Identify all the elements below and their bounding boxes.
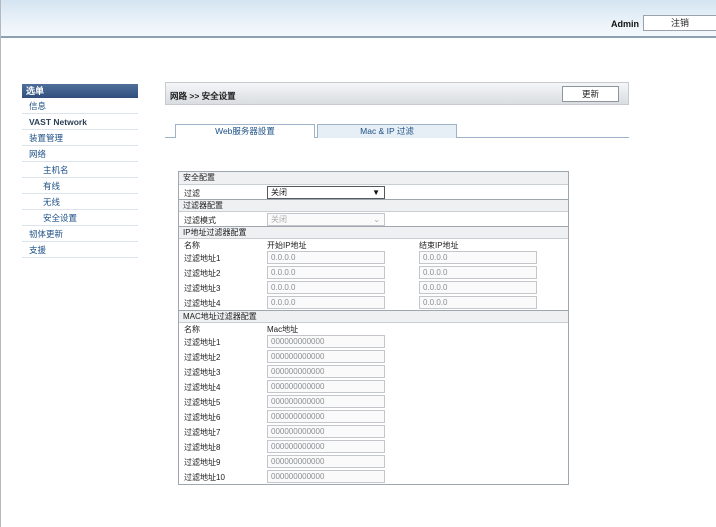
table-row: 过滤地址5 000000000000 [179,394,568,409]
mac-address-input[interactable]: 000000000000 [267,455,385,468]
chevron-down-icon: ⌄ [373,215,380,224]
breadcrumb-bar: 网路 >> 安全设置 更新 [165,82,629,105]
table-row: 过滤地址4 000000000000 [179,379,568,394]
breadcrumb: 网路 >> 安全设置 [170,91,236,101]
mac-address-input[interactable]: 000000000000 [267,425,385,438]
mac-filter-name: 过滤地址6 [184,413,221,422]
tab-web-server-settings[interactable]: Web服务器設置 [175,124,315,138]
sidebar-item-wired[interactable]: 有线 [22,178,138,194]
user-label: Admin [611,19,639,29]
mac-filter-name: 过滤地址4 [184,383,221,392]
mac-filter-name: 过滤地址7 [184,428,221,437]
table-row: 过滤地址3 000000000000 [179,364,568,379]
mac-address-input[interactable]: 000000000000 [267,335,385,348]
table-row: 过滤地址4 0.0.0.0 0.0.0.0 [179,295,568,310]
security-section-header: 安全配置 [179,172,568,184]
sidebar-item-wireless[interactable]: 无线 [22,194,138,210]
table-row: 过滤地址10 000000000000 [179,469,568,484]
filter-mode-select-value: 关闭 [271,215,287,224]
sidebar-title: 选单 [22,84,138,98]
tab-bar: Web服务器設置 Mac & IP 过滤 [165,124,629,138]
top-bar: Admin 注销 [1,0,716,38]
mac-filter-name: 过滤地址2 [184,353,221,362]
ip-start-input[interactable]: 0.0.0.0 [267,266,385,279]
ip-end-input[interactable]: 0.0.0.0 [419,281,537,294]
filter-select[interactable]: 关闭 ▼ [267,186,385,199]
filter-select-value: 关闭 [271,188,287,197]
mac-filter-name: 过滤地址1 [184,338,221,347]
ip-start-input[interactable]: 0.0.0.0 [267,296,385,309]
mac-address-input[interactable]: 000000000000 [267,470,385,483]
ip-end-input[interactable]: 0.0.0.0 [419,266,537,279]
filter-mode-row: 过滤模式 关闭 ⌄ [179,211,568,226]
settings-panel: 安全配置 过滤 关闭 ▼ 过滤器配置 过滤模式 关闭 ⌄ IP地址过滤器配置 名称 … [178,171,569,485]
ip-filter-name: 过滤地址4 [184,299,221,308]
table-row: 过滤地址2 000000000000 [179,349,568,364]
sidebar-item-firmware-update[interactable]: 韧体更新 [22,226,138,242]
mac-filter-name: 过滤地址3 [184,368,221,377]
mac-filter-name: 过滤地址10 [184,473,225,482]
filter-mode-select[interactable]: 关闭 ⌄ [267,213,385,226]
logout-button[interactable]: 注销 [643,15,716,31]
ip-start-input[interactable]: 0.0.0.0 [267,251,385,264]
mac-filter-column-header: 名称 Mac地址 [179,322,568,334]
table-row: 过滤地址1 0.0.0.0 0.0.0.0 [179,250,568,265]
table-row: 过滤地址2 0.0.0.0 0.0.0.0 [179,265,568,280]
sidebar-item-hostname[interactable]: 主机名 [22,162,138,178]
mac-address-input[interactable]: 000000000000 [267,410,385,423]
mac-filter-name: 过滤地址8 [184,443,221,452]
filter-mode-label: 过滤模式 [184,216,216,225]
filter-config-section-header: 过滤器配置 [179,199,568,211]
sidebar-item-network[interactable]: 网络 [22,146,138,162]
mac-address-input[interactable]: 000000000000 [267,440,385,453]
sidebar-item-info[interactable]: 信息 [22,98,138,114]
mac-address-input[interactable]: 000000000000 [267,380,385,393]
ip-filter-column-header: 名称 开始IP地址 结束IP地址 [179,238,568,250]
chevron-down-icon: ▼ [372,188,380,197]
mac-filter-section-header: MAC地址过滤器配置 [179,310,568,322]
ip-start-input[interactable]: 0.0.0.0 [267,281,385,294]
tab-mac-ip-filter[interactable]: Mac & IP 过滤 [317,124,457,138]
sidebar-item-security[interactable]: 安全设置 [22,210,138,226]
sidebar-item-support[interactable]: 支援 [22,242,138,258]
update-button[interactable]: 更新 [562,86,619,102]
ip-end-input[interactable]: 0.0.0.0 [419,251,537,264]
table-row: 过滤地址8 000000000000 [179,439,568,454]
sidebar-item-vast-network[interactable]: VAST Network [22,114,138,130]
ip-filter-section-header: IP地址过滤器配置 [179,226,568,238]
filter-row: 过滤 关闭 ▼ [179,184,568,199]
table-row: 过滤地址3 0.0.0.0 0.0.0.0 [179,280,568,295]
ip-filter-rows: 过滤地址1 0.0.0.0 0.0.0.0 过滤地址2 0.0.0.0 0.0.0.0 过滤… [179,250,568,310]
mac-filter-name: 过滤地址5 [184,398,221,407]
table-row: 过滤地址6 000000000000 [179,409,568,424]
sidebar: 选单 信息 VAST Network 装置管理 网络 主机名 有线 无线 安全设… [22,84,138,258]
ip-filter-name: 过滤地址3 [184,284,221,293]
mac-filter-name: 过滤地址9 [184,458,221,467]
table-row: 过滤地址9 000000000000 [179,454,568,469]
ip-end-input[interactable]: 0.0.0.0 [419,296,537,309]
mac-address-input[interactable]: 000000000000 [267,365,385,378]
filter-label: 过滤 [184,189,200,198]
mac-address-input[interactable]: 000000000000 [267,350,385,363]
page: Admin 注销 选单 信息 VAST Network 装置管理 网络 主机名 … [0,0,716,527]
ip-filter-name: 过滤地址1 [184,254,221,263]
table-row: 过滤地址1 000000000000 [179,334,568,349]
mac-filter-rows: 过滤地址1 000000000000 过滤地址2 000000000000 过滤地址3 0… [179,334,568,484]
ip-filter-name: 过滤地址2 [184,269,221,278]
sidebar-item-device-management[interactable]: 装置管理 [22,130,138,146]
mac-address-input[interactable]: 000000000000 [267,395,385,408]
table-row: 过滤地址7 000000000000 [179,424,568,439]
